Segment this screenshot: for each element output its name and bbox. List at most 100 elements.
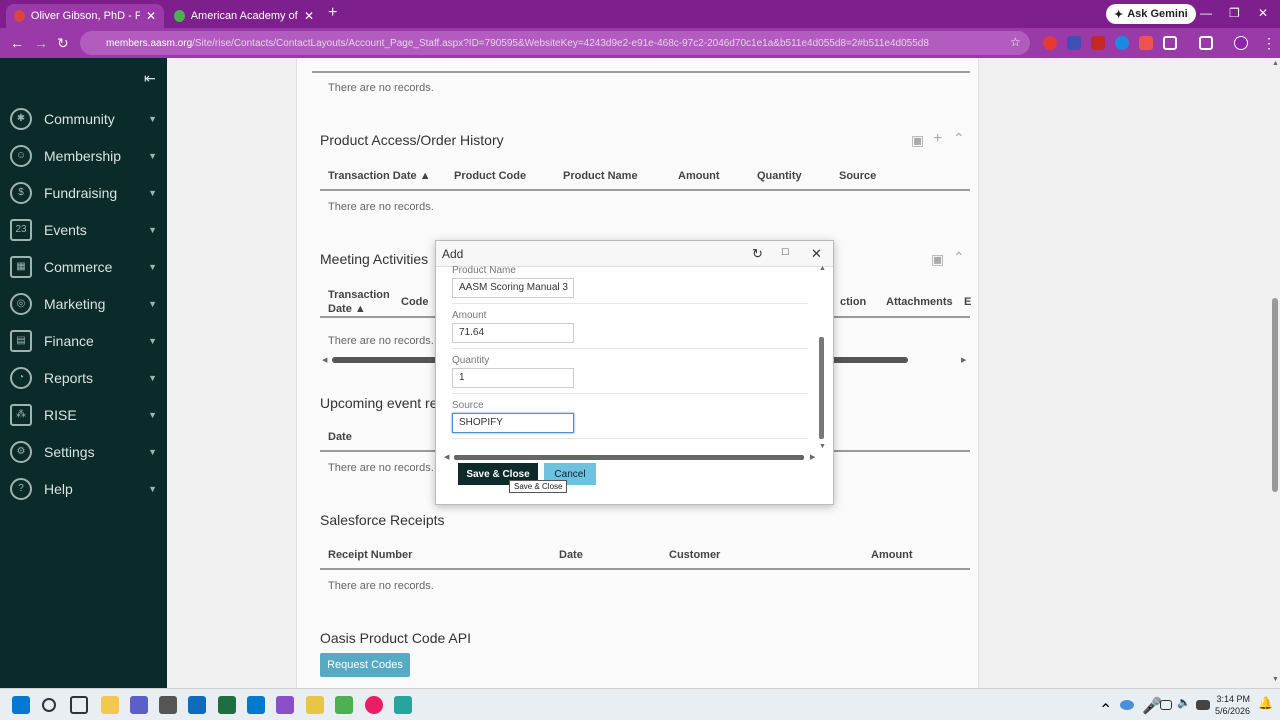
app-icon[interactable]	[306, 696, 324, 714]
sidebar-item-help[interactable]: ? Help ▼	[0, 470, 167, 507]
scroll-up-icon[interactable]: ▲	[1272, 60, 1279, 67]
column-header[interactable]: Attachments	[886, 296, 953, 308]
column-header[interactable]: Transaction Date ▲	[328, 170, 431, 182]
excel-icon[interactable]	[218, 696, 236, 714]
vscode-icon[interactable]	[247, 696, 265, 714]
product-name-field[interactable]: AASM Scoring Manual 3	[452, 278, 574, 298]
sidebar-item-commerce[interactable]: ▦ Commerce ▼	[0, 248, 167, 285]
snipping-tool-icon[interactable]	[159, 696, 177, 714]
column-header[interactable]: Transaction	[328, 289, 390, 301]
dialog-vertical-scrollbar[interactable]	[819, 337, 824, 439]
dialog-horizontal-scrollbar[interactable]	[454, 455, 804, 460]
column-header[interactable]: Product Code	[454, 170, 526, 182]
collapse-sidebar-icon[interactable]: ⇤	[144, 70, 156, 87]
app-icon[interactable]	[335, 696, 353, 714]
extension-icon[interactable]	[1115, 36, 1129, 50]
column-header[interactable]: Quantity	[757, 170, 802, 182]
scrollbar-thumb[interactable]	[1272, 298, 1278, 492]
menu-kebab-icon[interactable]: ⋮	[1262, 35, 1276, 52]
column-header[interactable]: Receipt Number	[328, 549, 412, 561]
extension-icon[interactable]	[1139, 36, 1153, 50]
scroll-up-icon[interactable]: ▲	[819, 265, 826, 272]
battery-icon[interactable]	[1196, 700, 1210, 710]
column-header[interactable]: Product Name	[563, 170, 638, 182]
column-header[interactable]: Amount	[678, 170, 720, 182]
taskbar-clock[interactable]: 3:14 PM 5/6/2026	[1215, 693, 1250, 717]
collapse-chevron-up-icon[interactable]: ⌃	[953, 249, 965, 266]
app-icon[interactable]	[394, 696, 412, 714]
scroll-right-icon[interactable]: ▶	[810, 453, 815, 461]
page-vertical-scrollbar[interactable]: ▲ ▼	[1270, 58, 1280, 688]
close-tab-icon[interactable]: ✕	[304, 9, 314, 23]
column-header[interactable]: Amount	[871, 549, 913, 561]
sidebar-item-settings[interactable]: ⚙ Settings ▼	[0, 433, 167, 470]
bookmark-star-icon[interactable]: ☆	[1010, 35, 1021, 49]
back-icon[interactable]: ←	[10, 35, 24, 51]
ask-gemini-button[interactable]: ✦ Ask Gemini	[1106, 4, 1196, 24]
minimize-icon[interactable]: —	[1200, 6, 1212, 20]
task-view-icon[interactable]	[70, 696, 88, 714]
amount-field[interactable]: 71.64	[452, 323, 574, 343]
close-tab-icon[interactable]: ✕	[146, 9, 156, 23]
chrome-icon[interactable]	[365, 696, 383, 714]
column-header[interactable]: Code	[401, 296, 429, 308]
sidebar-item-reports[interactable]: ◔ Reports ▼	[0, 359, 167, 396]
scroll-left-icon[interactable]: ◀	[444, 453, 449, 461]
close-window-icon[interactable]: ✕	[1258, 6, 1268, 20]
browser-tab-active[interactable]: Oliver Gibson, PhD - Purchase ✕	[6, 4, 164, 28]
display-icon[interactable]	[1160, 700, 1172, 710]
quantity-field[interactable]: 1	[452, 368, 574, 388]
address-bar[interactable]: members.aasm.org/Site/rise/Contacts/Cont…	[80, 31, 1030, 55]
volume-icon[interactable]: 🔈	[1177, 696, 1191, 714]
browser-tab[interactable]: American Academy of Sleep Me ✕	[166, 4, 322, 28]
collapse-chevron-up-icon[interactable]: ⌃	[953, 130, 965, 147]
close-icon[interactable]: ✕	[811, 246, 822, 262]
column-header[interactable]: E	[964, 296, 971, 308]
visual-studio-icon[interactable]	[276, 696, 294, 714]
refresh-icon[interactable]: ↻	[752, 246, 763, 262]
source-field[interactable]: SHOPIFY	[452, 413, 574, 433]
sidebar-item-finance[interactable]: ▤ Finance ▼	[0, 322, 167, 359]
request-codes-button[interactable]: Request Codes	[320, 653, 410, 677]
profile-avatar[interactable]	[1234, 36, 1248, 50]
column-header[interactable]: Date	[328, 431, 352, 443]
extension-icon[interactable]	[1067, 36, 1081, 50]
extension-icon[interactable]	[1043, 36, 1057, 50]
column-header[interactable]: Date	[559, 549, 583, 561]
column-header[interactable]: Customer	[669, 549, 720, 561]
add-icon[interactable]: +	[933, 130, 942, 148]
sidebar-item-community[interactable]: ✱ Community ▼	[0, 100, 167, 137]
sidebar-item-membership[interactable]: ☺ Membership ▼	[0, 137, 167, 174]
restore-icon[interactable]: ❐	[1229, 6, 1240, 20]
folder-settings-icon[interactable]: ▣	[911, 132, 924, 149]
sidebar-item-fundraising[interactable]: $ Fundraising ▼	[0, 174, 167, 211]
outlook-icon[interactable]	[188, 696, 206, 714]
column-header[interactable]: ction	[840, 296, 866, 308]
notifications-icon[interactable]: 🔔	[1258, 696, 1273, 714]
column-header[interactable]: Source	[839, 170, 876, 182]
no-records-text: There are no records.	[328, 201, 434, 213]
sidebar-item-marketing[interactable]: ◎ Marketing ▼	[0, 285, 167, 322]
chevron-up-icon[interactable]: ⌃	[1099, 700, 1112, 719]
scroll-down-icon[interactable]: ▼	[1272, 676, 1279, 683]
forward-icon[interactable]: →	[34, 35, 48, 51]
scroll-left-icon[interactable]: ◀	[322, 356, 327, 364]
file-explorer-icon[interactable]	[101, 696, 119, 714]
scroll-right-icon[interactable]: ▶	[961, 356, 966, 364]
search-icon[interactable]	[42, 698, 56, 712]
new-tab-icon[interactable]: +	[328, 4, 337, 22]
folder-settings-icon[interactable]: ▣	[931, 251, 944, 268]
microphone-icon[interactable]: 🎤	[1142, 696, 1162, 715]
windows-start-icon[interactable]	[12, 696, 30, 714]
teams-icon[interactable]	[130, 696, 148, 714]
column-header[interactable]: Date ▲	[328, 303, 366, 315]
maximize-icon[interactable]: □	[782, 246, 789, 258]
onedrive-icon[interactable]	[1120, 700, 1134, 710]
sidebar-item-events[interactable]: 23 Events ▼	[0, 211, 167, 248]
extension-icon[interactable]	[1091, 36, 1105, 50]
scroll-down-icon[interactable]: ▼	[819, 443, 826, 450]
reload-icon[interactable]: ↻	[57, 35, 69, 52]
extensions-puzzle-icon[interactable]	[1163, 36, 1177, 50]
sidebar-item-rise[interactable]: ⁂ RISE ▼	[0, 396, 167, 433]
side-panel-icon[interactable]	[1199, 36, 1213, 50]
